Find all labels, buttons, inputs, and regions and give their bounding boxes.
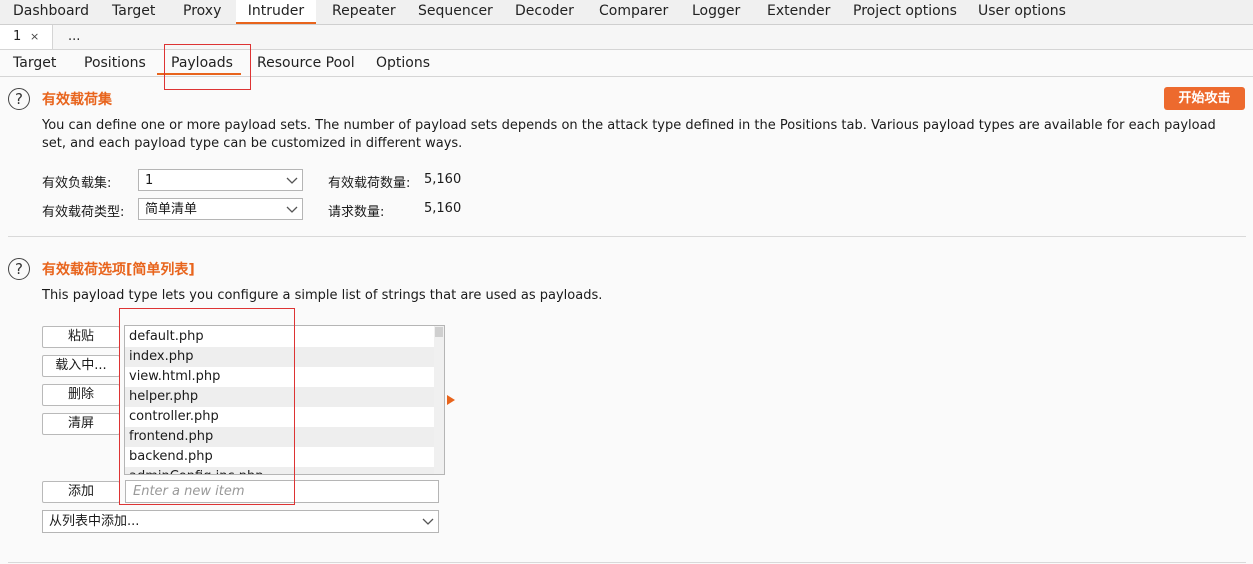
- tab-dashboard[interactable]: Dashboard: [13, 0, 89, 24]
- section-divider: [8, 562, 1246, 563]
- payload-type-label: 有效载荷类型:: [42, 205, 125, 220]
- expand-arrow-icon[interactable]: [447, 395, 455, 405]
- main-tab-bar: Dashboard Target Proxy Intruder Repeater…: [0, 0, 1253, 25]
- request-count-value: 5,160: [424, 201, 462, 216]
- list-scrollbar[interactable]: [434, 326, 444, 474]
- tab-resource-pool[interactable]: Resource Pool: [257, 55, 355, 71]
- attack-tab-1[interactable]: 1 ×: [0, 25, 53, 49]
- tab-sequencer[interactable]: Sequencer: [418, 0, 493, 24]
- payload-options-heading: 有效载荷选项[简单列表]: [42, 262, 195, 278]
- tab-repeater[interactable]: Repeater: [332, 0, 396, 24]
- tab-options[interactable]: Options: [376, 55, 430, 71]
- payload-set-label: 有效负载集:: [42, 176, 112, 191]
- add-from-list-value: 从列表中添加...: [49, 514, 140, 529]
- close-icon[interactable]: ×: [30, 25, 39, 49]
- tab-comparer[interactable]: Comparer: [599, 0, 668, 24]
- payload-set-value: 1: [145, 173, 154, 188]
- add-from-list-select[interactable]: 从列表中添加...: [42, 510, 439, 533]
- tab-target[interactable]: Target: [112, 0, 155, 24]
- tab-decoder[interactable]: Decoder: [515, 0, 574, 24]
- chevron-down-icon: [286, 206, 298, 213]
- start-attack-button[interactable]: 开始攻击: [1164, 87, 1245, 110]
- payload-type-select[interactable]: 简单清单: [138, 198, 303, 220]
- load-button[interactable]: 载入中...: [42, 355, 120, 377]
- payload-options-description: This payload type lets you configure a s…: [42, 288, 603, 303]
- scrollbar-thumb[interactable]: [435, 327, 443, 337]
- chevron-down-icon: [286, 177, 298, 184]
- add-button[interactable]: 添加: [42, 481, 120, 503]
- paste-button[interactable]: 粘贴: [42, 326, 120, 348]
- request-count-label: 请求数量:: [328, 205, 385, 220]
- tab-proxy[interactable]: Proxy: [183, 0, 221, 24]
- clear-button[interactable]: 清屏: [42, 413, 120, 435]
- tab-extender[interactable]: Extender: [767, 0, 830, 24]
- tab-intruder[interactable]: Intruder: [236, 0, 316, 24]
- highlight-box-payload-list: [119, 308, 295, 505]
- payload-sets-description: You can define one or more payload sets.…: [42, 118, 1216, 151]
- help-icon[interactable]: ?: [8, 88, 30, 110]
- tab-user-options[interactable]: User options: [978, 0, 1066, 24]
- tab-logger[interactable]: Logger: [692, 0, 740, 24]
- payload-count-label: 有效载荷数量:: [328, 176, 411, 191]
- attack-tab-label: 1: [13, 29, 22, 44]
- chevron-down-icon: [422, 518, 434, 525]
- payload-count-value: 5,160: [424, 172, 462, 187]
- tab-project-options[interactable]: Project options: [853, 0, 957, 24]
- highlight-box-payloads-tab: [164, 44, 251, 90]
- tab-positions[interactable]: Positions: [84, 55, 146, 71]
- payload-type-value: 简单清单: [145, 202, 198, 217]
- section-divider: [8, 236, 1246, 237]
- help-icon[interactable]: ?: [8, 258, 30, 280]
- payload-sets-heading: 有效载荷集: [42, 92, 112, 108]
- new-attack-tab[interactable]: ...: [68, 25, 80, 49]
- remove-button[interactable]: 删除: [42, 384, 120, 406]
- payload-set-select[interactable]: 1: [138, 169, 303, 191]
- tab-intruder-target[interactable]: Target: [13, 55, 56, 71]
